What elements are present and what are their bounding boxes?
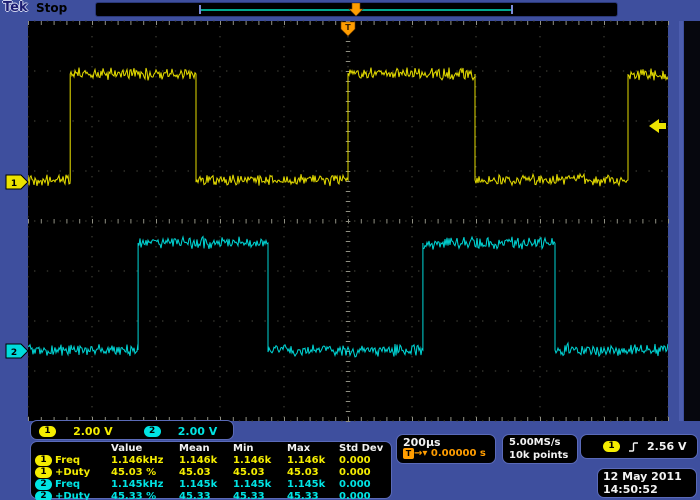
meas-max: 45.03 bbox=[287, 467, 319, 478]
meas-max: 1.145k bbox=[287, 479, 325, 490]
meas-mean: 1.145k bbox=[179, 479, 217, 490]
ch1-reference-marker: 1 bbox=[6, 175, 28, 189]
channel-scale-readout: 1 2.00 V 2 2.00 V bbox=[30, 420, 234, 440]
delay-readout: T→▾ 0.00000 s bbox=[403, 448, 495, 459]
trigger-source-badge: 1 bbox=[603, 441, 620, 452]
meas-value: 1.146kHz bbox=[111, 455, 163, 466]
row-ch-badge: 2 bbox=[35, 491, 52, 500]
horizontal-readout: 200µs T→▾ 0.00000 s bbox=[396, 434, 496, 464]
rising-edge-icon bbox=[628, 441, 639, 453]
trigger-level: 2.56 V bbox=[647, 440, 686, 453]
meas-name: Freq bbox=[55, 455, 80, 466]
row-ch-badge: 2 bbox=[35, 479, 52, 490]
meas-max: 45.33 bbox=[287, 491, 319, 500]
svg-text:1: 1 bbox=[11, 179, 17, 189]
acquisition-readout: 5.00MS/s 10k points bbox=[502, 434, 578, 464]
meas-name: Freq bbox=[55, 479, 80, 490]
meas-value: 45.33 % bbox=[111, 491, 156, 500]
oscilloscope-screen: Tek Stop T 1 bbox=[0, 0, 700, 500]
delay-value: 0.00000 s bbox=[431, 448, 486, 459]
meas-min: 45.33 bbox=[233, 491, 265, 500]
meas-stddev: 0.000 bbox=[339, 491, 371, 500]
trigger-delay-icon: T bbox=[403, 448, 414, 459]
date-label: 12 May 2011 bbox=[603, 470, 696, 483]
col-header-stddev: Std Dev bbox=[339, 443, 383, 454]
ch2-scale: 2.00 V bbox=[178, 425, 217, 438]
meas-min: 1.145k bbox=[233, 479, 271, 490]
measurement-table: Value Mean Min Max Std Dev 1 Freq 1.146k… bbox=[30, 441, 392, 499]
meas-mean: 45.03 bbox=[179, 467, 211, 478]
ch1-scale: 2.00 V bbox=[73, 425, 112, 438]
datetime-readout: 12 May 2011 14:50:52 bbox=[597, 468, 697, 498]
measurement-row: 1 +Duty 45.03 % 45.03 45.03 45.03 0.000 bbox=[31, 467, 391, 479]
meas-name: +Duty bbox=[55, 467, 90, 478]
meas-value: 45.03 % bbox=[111, 467, 156, 478]
measurement-row: 1 Freq 1.146kHz 1.146k 1.146k 1.146k 0.0… bbox=[31, 455, 391, 467]
right-margin bbox=[684, 21, 700, 421]
ch1-badge: 1 bbox=[39, 426, 56, 437]
meas-value: 1.145kHz bbox=[111, 479, 163, 490]
measurement-row: 2 Freq 1.145kHz 1.145k 1.145k 1.145k 0.0… bbox=[31, 479, 391, 491]
record-length: 10k points bbox=[509, 449, 577, 462]
meas-stddev: 0.000 bbox=[339, 455, 371, 466]
trigger-readout: 1 2.56 V bbox=[580, 434, 698, 459]
row-ch-badge: 1 bbox=[35, 467, 52, 478]
meas-mean: 45.33 bbox=[179, 491, 211, 500]
meas-min: 1.146k bbox=[233, 455, 271, 466]
right-frame-line bbox=[679, 21, 683, 421]
meas-stddev: 0.000 bbox=[339, 467, 371, 478]
row-ch-badge: 1 bbox=[35, 455, 52, 466]
meas-name: +Duty bbox=[55, 491, 90, 500]
time-label: 14:50:52 bbox=[603, 483, 696, 496]
col-header-max: Max bbox=[287, 443, 310, 454]
ch2-badge: 2 bbox=[144, 426, 161, 437]
col-header-min: Min bbox=[233, 443, 254, 454]
col-header-value: Value bbox=[111, 443, 142, 454]
svg-text:2: 2 bbox=[11, 348, 17, 358]
meas-max: 1.146k bbox=[287, 455, 325, 466]
meas-stddev: 0.000 bbox=[339, 479, 371, 490]
meas-min: 45.03 bbox=[233, 467, 265, 478]
svg-text:T: T bbox=[345, 23, 351, 32]
col-header-mean: Mean bbox=[179, 443, 210, 454]
measurement-row: 2 +Duty 45.33 % 45.33 45.33 45.33 0.000 bbox=[31, 491, 391, 500]
sample-rate: 5.00MS/s bbox=[509, 436, 577, 449]
meas-mean: 1.146k bbox=[179, 455, 217, 466]
ch2-reference-marker: 2 bbox=[6, 344, 28, 358]
